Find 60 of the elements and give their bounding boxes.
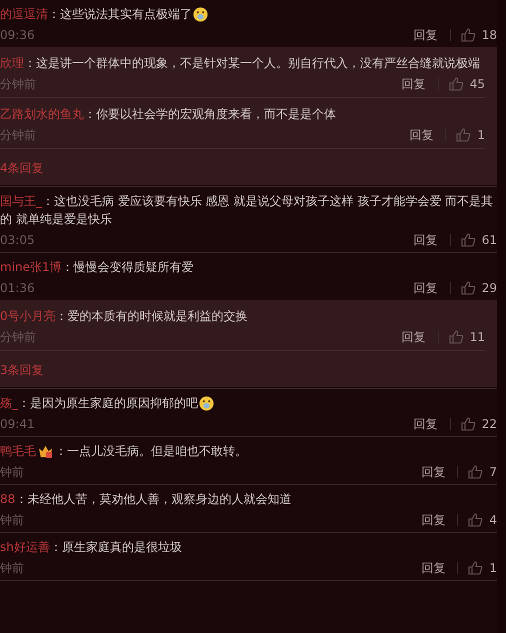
author-link[interactable]: 的逗逗清: [0, 7, 48, 21]
comment-time: 钟前: [0, 464, 24, 480]
like-button[interactable]: 22: [460, 414, 497, 432]
author-link[interactable]: mine张1博: [0, 260, 62, 274]
like-button[interactable]: 1: [456, 126, 485, 144]
like-button[interactable]: 1: [468, 558, 497, 576]
reply-button[interactable]: 回复: [400, 328, 428, 346]
reply-button[interactable]: 回复: [419, 510, 448, 528]
reply-button[interactable]: 回复: [407, 126, 436, 144]
comment-text: 殇_：是因为原生家庭的原因抑郁的吧: [0, 394, 497, 412]
comment-time: 09:36: [0, 26, 35, 42]
comment-time: 分钟前: [0, 126, 36, 142]
reply-button[interactable]: 回复: [412, 278, 440, 296]
comment-time: 01:36: [0, 280, 35, 296]
like-button[interactable]: 7: [468, 462, 497, 480]
comment-time: 钟前: [0, 560, 24, 576]
like-button[interactable]: 11: [448, 328, 485, 346]
like-button[interactable]: 45: [448, 74, 485, 92]
comment-time: 03:05: [0, 232, 35, 248]
author-link[interactable]: sh好运善: [0, 540, 50, 554]
thumbs-up-icon: [460, 416, 476, 430]
thumbs-up-icon: [468, 560, 484, 574]
thumbs-up-icon: [468, 464, 484, 478]
badge-icon: [38, 445, 53, 458]
comment-time: 钟前: [0, 512, 24, 528]
author-link[interactable]: 国与王_: [0, 194, 42, 208]
comment-text: 88：未经他人苦，莫劝他人善，观察身边的人就会知道: [0, 491, 292, 508]
author-link[interactable]: 殇_: [0, 396, 18, 410]
comment-text: sh好运善：原生家庭真的是很垃圾: [0, 539, 183, 556]
thumbs-up-icon: [448, 330, 464, 344]
comment-time: 分钟前: [0, 76, 36, 92]
comment-text: 国与王_：这也没毛病 爱应该要有快乐 感恩 就是说父母对孩子这样 孩子才能学会爱 而不是其的 就单纯是爱是快乐: [0, 193, 494, 228]
thumbs-up-icon: [448, 76, 464, 90]
emoji-icon: [193, 7, 208, 22]
comment-text: 鸭毛毛 ：一点儿没毛病。但是咱也不敢转。: [0, 443, 248, 460]
thumbs-up-icon: [456, 128, 472, 142]
reply-button[interactable]: 回复: [419, 558, 448, 576]
comment-text: 0号小月亮：爱的本质有的时候就是利益的交换: [0, 308, 249, 325]
like-button[interactable]: 18: [460, 26, 497, 44]
emoji-icon: [199, 396, 214, 412]
author-link[interactable]: 88: [0, 492, 16, 506]
like-button[interactable]: 4: [468, 510, 497, 528]
reply-button[interactable]: 回复: [419, 462, 448, 480]
reply-button[interactable]: 回复: [400, 74, 428, 92]
thumbs-up-icon: [460, 280, 476, 294]
thumbs-up-icon: [460, 232, 476, 246]
comment-time: 09:41: [0, 416, 35, 432]
comment-text: mine张1博：慢慢会变得质疑所有爱: [0, 259, 195, 276]
reply-button[interactable]: 回复: [412, 414, 440, 432]
like-button[interactable]: 61: [460, 230, 497, 248]
comment-text: 欣理：这是讲一个群体中的现象，不是针对某一个人。别自行代入，没有严丝合缝就说极端: [0, 55, 481, 72]
like-button[interactable]: 29: [460, 278, 497, 296]
comment-text: 乙路划水的鱼丸：你要以社会学的宏观角度来看，而不是是个体: [0, 106, 337, 123]
thumbs-up-icon: [460, 28, 476, 42]
comment-time: 分钟前: [0, 328, 36, 344]
comment-text: 的逗逗清：这些说法其实有点极端了: [0, 5, 497, 23]
reply-button[interactable]: 回复: [412, 230, 440, 248]
thumbs-up-icon: [468, 512, 484, 526]
reply-button[interactable]: 回复: [412, 26, 440, 44]
author-link[interactable]: 鸭毛毛: [0, 444, 36, 458]
